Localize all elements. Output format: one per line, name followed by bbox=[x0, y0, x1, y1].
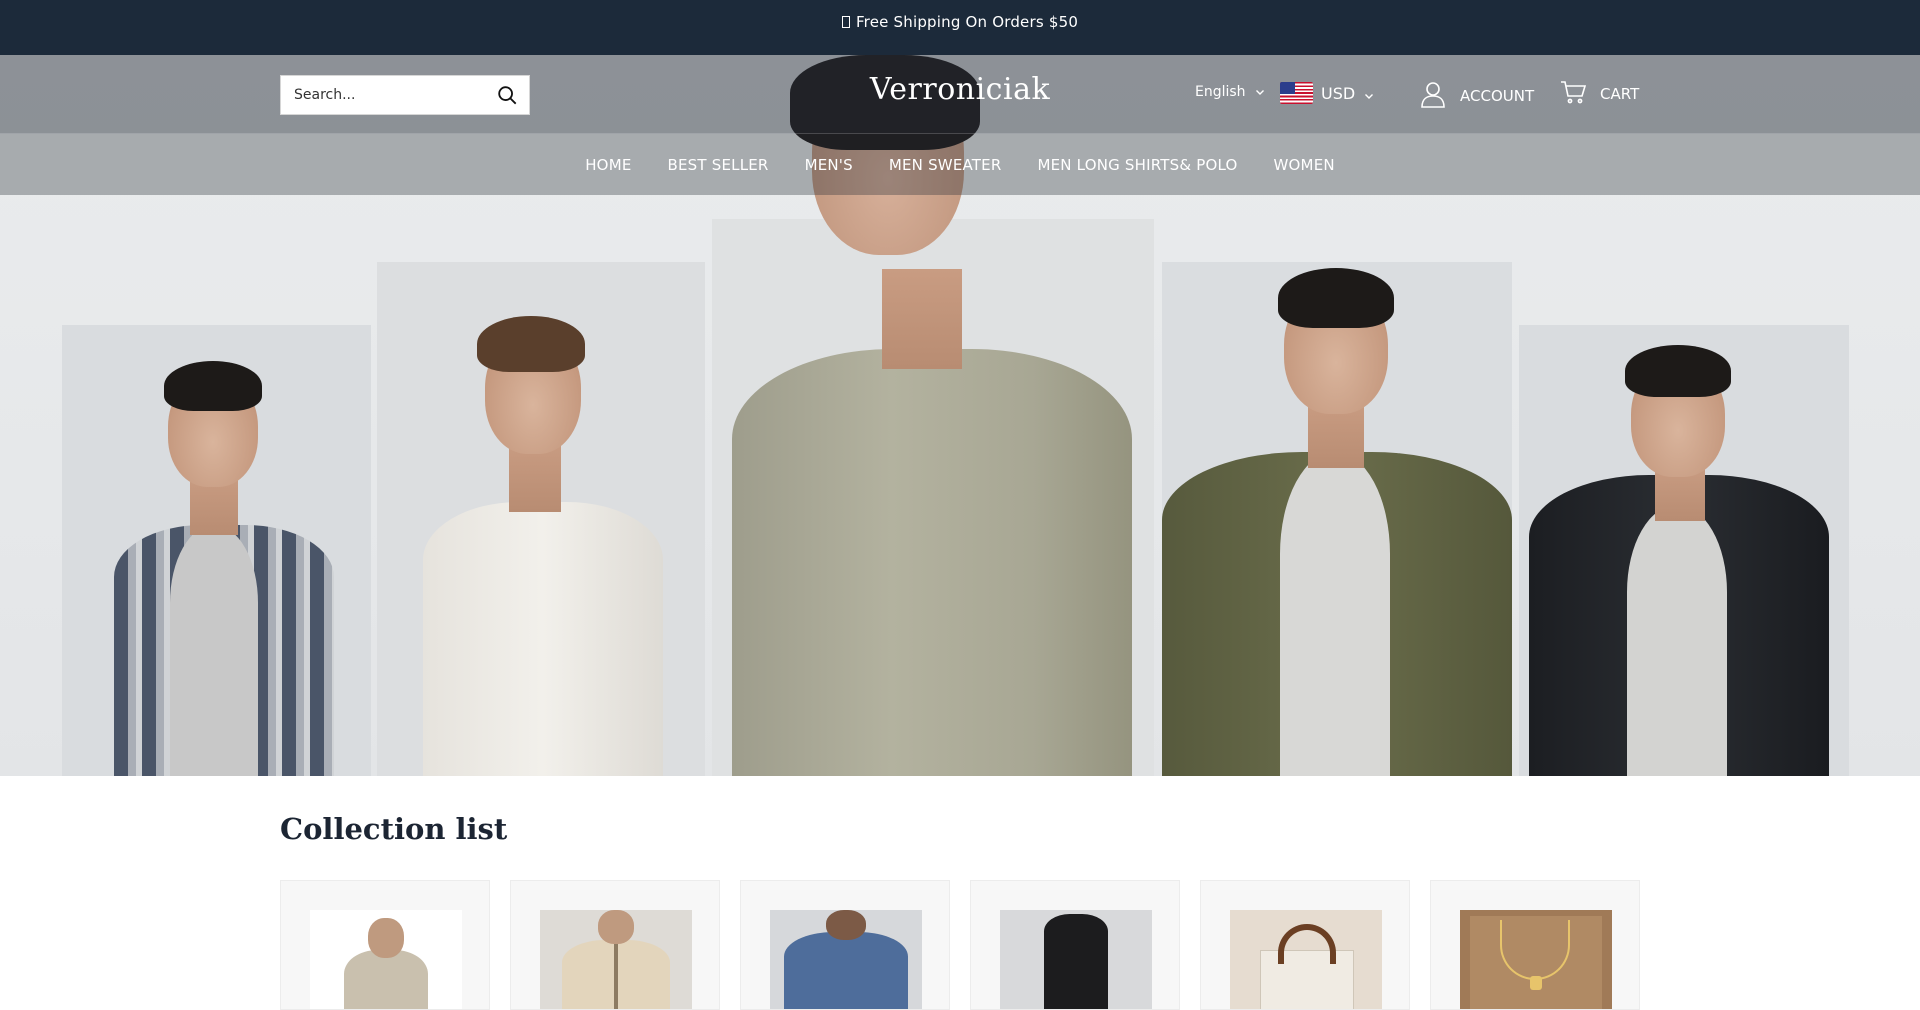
search-box[interactable] bbox=[280, 75, 530, 115]
chevron-down-icon bbox=[1254, 86, 1266, 98]
user-icon bbox=[1420, 80, 1446, 112]
quarter-zip-sweater-thumbnail bbox=[310, 910, 462, 1009]
hero-model-white-shirt bbox=[377, 262, 705, 776]
nav-item-men-sweater[interactable]: MEN SWEATER bbox=[871, 156, 1020, 174]
collection-list bbox=[280, 880, 1640, 1010]
nav-item-mens[interactable]: MEN'S bbox=[787, 156, 871, 174]
nav-item-women[interactable]: WOMEN bbox=[1256, 156, 1353, 174]
hero-model-black-jacket bbox=[1519, 325, 1849, 776]
collection-list-title: Collection list bbox=[280, 812, 508, 846]
blue-tee-thumbnail bbox=[770, 910, 922, 1009]
language-label: English bbox=[1195, 84, 1246, 100]
announcement-bar: Free Shipping On Orders $50 bbox=[0, 0, 1920, 55]
search-input[interactable] bbox=[281, 76, 485, 114]
account-label: ACCOUNT bbox=[1460, 87, 1535, 105]
hero-model-plaid-shirt bbox=[62, 325, 371, 776]
nav-item-best-seller[interactable]: BEST SELLER bbox=[650, 156, 787, 174]
collection-card[interactable] bbox=[510, 880, 720, 1010]
chevron-down-icon bbox=[1363, 87, 1375, 99]
language-selector[interactable]: English bbox=[1195, 84, 1266, 100]
collection-card[interactable] bbox=[970, 880, 1180, 1010]
currency-label: USD bbox=[1321, 83, 1356, 103]
hero-model-sage-tee bbox=[712, 219, 1154, 776]
currency-selector[interactable]: USD bbox=[1280, 82, 1375, 104]
nav-item-men-long-shirts-polo[interactable]: MEN LONG SHIRTS& POLO bbox=[1019, 156, 1255, 174]
account-link[interactable]: ACCOUNT bbox=[1420, 80, 1534, 112]
hero-model-olive-jacket bbox=[1162, 262, 1512, 776]
collection-card[interactable] bbox=[1200, 880, 1410, 1010]
main-nav: HOME BEST SELLER MEN'S MEN SWEATER MEN L… bbox=[0, 134, 1920, 195]
cart-icon bbox=[1560, 80, 1587, 108]
nav-item-home[interactable]: HOME bbox=[567, 156, 649, 174]
collection-card[interactable] bbox=[740, 880, 950, 1010]
collection-card[interactable] bbox=[1430, 880, 1640, 1010]
search-icon[interactable] bbox=[485, 76, 529, 114]
handbag-thumbnail bbox=[1230, 910, 1382, 1009]
announcement-icon bbox=[841, 15, 850, 28]
necklace-thumbnail bbox=[1460, 910, 1612, 1009]
black-dress-thumbnail bbox=[1000, 910, 1152, 1009]
cart-link[interactable]: CART bbox=[1560, 80, 1639, 108]
cart-label: CART bbox=[1600, 85, 1640, 103]
announcement-text: Free Shipping On Orders $50 bbox=[855, 12, 1079, 31]
us-flag-icon bbox=[1280, 82, 1313, 104]
cardigan-thumbnail bbox=[540, 910, 692, 1009]
collection-card[interactable] bbox=[280, 880, 490, 1010]
